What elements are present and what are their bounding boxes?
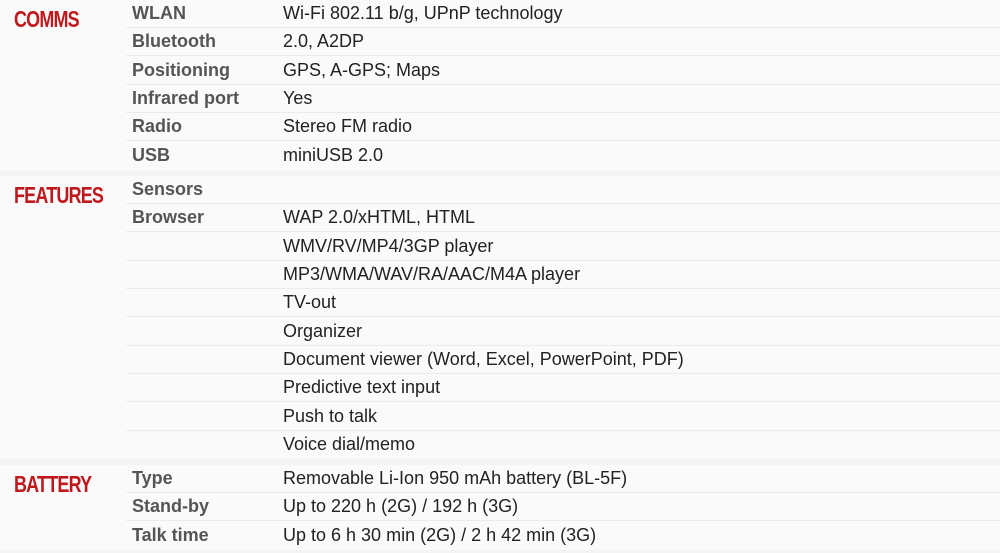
spec-value: Predictive text input	[283, 377, 441, 397]
spec-value: Stereo FM radio	[283, 116, 413, 136]
spec-row-feature: MP3/WMA/WAV/RA/AAC/M4A player	[0, 261, 1000, 289]
spec-row-positioning: Positioning GPS, A-GPS; Maps	[0, 57, 1000, 85]
spec-key: Infrared port	[132, 88, 240, 108]
spec-row-feature: Push to talk	[0, 403, 1000, 431]
spec-value: MP3/WMA/WAV/RA/AAC/M4A player	[283, 264, 581, 284]
spec-row-infrared: Infrared port Yes	[0, 85, 1000, 113]
spec-key: Talk time	[132, 525, 209, 545]
spec-value: Organizer	[283, 321, 363, 341]
spec-key: WLAN	[132, 3, 186, 23]
spec-key: Sensors	[132, 179, 204, 199]
row-divider	[126, 55, 1000, 56]
spec-key: Bluetooth	[132, 31, 216, 51]
comms-section: COMMS WLAN Wi-Fi 802.11 b/g, UPnP techno…	[0, 0, 1000, 171]
row-divider	[126, 520, 1000, 521]
spec-value: miniUSB 2.0	[283, 145, 384, 165]
spec-value: 2.0, A2DP	[283, 31, 365, 51]
row-divider	[126, 401, 1000, 402]
spec-value: Document viewer (Word, Excel, PowerPoint…	[283, 349, 684, 369]
row-divider	[126, 316, 1000, 317]
spec-key: Positioning	[132, 60, 230, 80]
spec-key: USB	[132, 145, 171, 165]
spec-value: Up to 6 h 30 min (2G) / 2 h 42 min (3G)	[283, 525, 597, 545]
spec-row-feature: WMV/RV/MP4/3GP player	[0, 233, 1000, 261]
spec-page: COMMS WLAN Wi-Fi 802.11 b/g, UPnP techno…	[0, 0, 1000, 553]
spec-row-browser: Browser WAP 2.0/xHTML, HTML	[0, 204, 1000, 232]
spec-key: Radio	[132, 116, 183, 136]
spec-value: Yes	[283, 88, 313, 108]
spec-row-feature: Voice dial/memo	[0, 431, 1000, 459]
spec-value: Up to 220 h (2G) / 192 h (3G)	[283, 496, 519, 516]
spec-row-type: Type Removable Li-Ion 950 mAh battery (B…	[0, 465, 1000, 493]
row-divider	[126, 231, 1000, 232]
spec-value: Wi-Fi 802.11 b/g, UPnP technology	[283, 3, 563, 23]
spec-key: Browser	[132, 207, 205, 227]
spec-value: Voice dial/memo	[283, 434, 416, 454]
spec-row-feature: Organizer	[0, 318, 1000, 346]
spec-row-standby: Stand-by Up to 220 h (2G) / 192 h (3G)	[0, 493, 1000, 521]
spec-row-feature: TV-out	[0, 289, 1000, 317]
features-section: FEATURES Sensors Browser WAP 2.0/xHTML, …	[0, 176, 1000, 459]
spec-value: GPS, A-GPS; Maps	[283, 60, 441, 80]
spec-key: Stand-by	[132, 496, 210, 516]
spec-value: WMV/RV/MP4/3GP player	[283, 236, 494, 256]
spec-row-bluetooth: Bluetooth 2.0, A2DP	[0, 28, 1000, 56]
row-divider	[126, 140, 1000, 141]
spec-value: Push to talk	[283, 406, 378, 426]
spec-row-talktime: Talk time Up to 6 h 30 min (2G) / 2 h 42…	[0, 522, 1000, 550]
spec-row-feature: Document viewer (Word, Excel, PowerPoint…	[0, 346, 1000, 374]
spec-row-wlan: WLAN Wi-Fi 802.11 b/g, UPnP technology	[0, 0, 1000, 28]
spec-key: Type	[132, 468, 173, 488]
battery-section: BATTERY Type Removable Li-Ion 950 mAh ba…	[0, 465, 1000, 550]
spec-row-feature: Predictive text input	[0, 374, 1000, 402]
spec-value: WAP 2.0/xHTML, HTML	[283, 207, 476, 227]
spec-row-sensors: Sensors	[0, 176, 1000, 204]
spec-value: Removable Li-Ion 950 mAh battery (BL-5F)	[283, 468, 628, 488]
spec-row-usb: USB miniUSB 2.0	[0, 142, 1000, 170]
spec-row-radio: Radio Stereo FM radio	[0, 113, 1000, 141]
spec-value: TV-out	[283, 292, 337, 312]
